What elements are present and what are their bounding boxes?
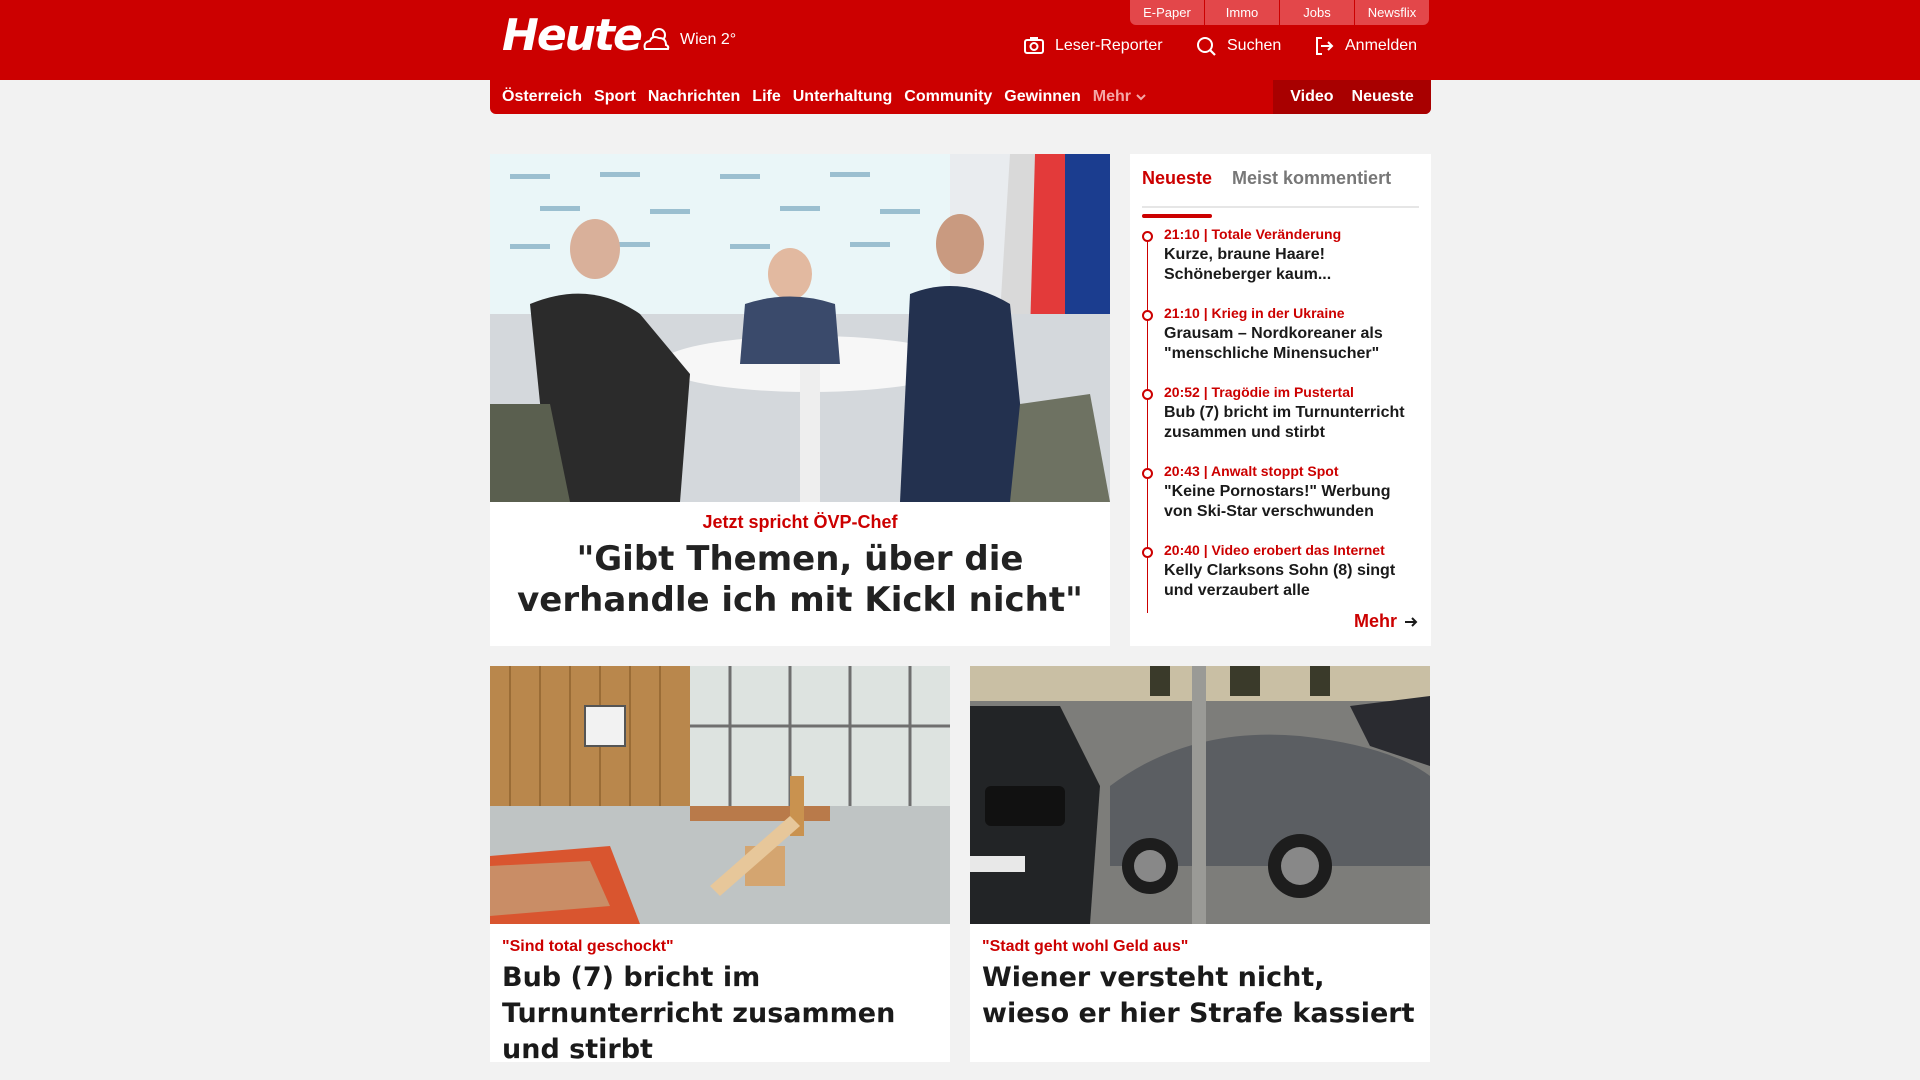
nav-video-link[interactable]: Video	[1290, 88, 1333, 106]
hero-kicker: Jetzt spricht ÖVP-Chef	[702, 512, 898, 532]
nav-item-gewinnen[interactable]: Gewinnen	[1004, 88, 1080, 106]
sidebar-more-label: Mehr	[1353, 611, 1397, 631]
list-item[interactable]: 21:10 | Totale Veränderung Kurze, braune…	[1142, 226, 1419, 305]
article-kicker: "Sind total geschockt"	[502, 938, 674, 955]
ticker-title[interactable]: Kelly Clarksons Sohn (8) singt und verza…	[1164, 561, 1419, 601]
article-card[interactable]: "Stadt geht wohl Geld aus" Wiener verste…	[970, 666, 1430, 1062]
leser-reporter-label: Leser-Reporter	[1055, 37, 1163, 54]
ticker-meta: 21:10 | Totale Veränderung	[1164, 226, 1342, 242]
article-kicker: "Stadt geht wohl Geld aus"	[982, 938, 1189, 955]
ticker-meta: 21:10 | Krieg in der Ukraine	[1164, 305, 1345, 321]
tab-immo[interactable]: Immo	[1205, 0, 1279, 25]
nav-item-nachrichten[interactable]: Nachrichten	[648, 88, 740, 106]
tab-neueste[interactable]: Neueste	[1142, 164, 1213, 218]
login-icon	[1316, 37, 1334, 55]
login-button[interactable]: Anmelden	[1313, 34, 1417, 58]
chevron-down-icon	[1136, 94, 1146, 101]
list-item[interactable]: 20:40 | Video erobert das Internet Kelly…	[1142, 542, 1419, 621]
leser-reporter-button[interactable]: Leser-Reporter	[1023, 34, 1163, 58]
main-navigation: Österreich Sport Nachrichten Life Unterh…	[490, 80, 1431, 114]
article-card[interactable]: "Sind total geschockt" Bub (7) bricht im…	[490, 666, 950, 1065]
article-image[interactable]	[970, 666, 1430, 924]
sidebar-tabs: Neueste Meist kommentiert	[1142, 164, 1419, 218]
timeline-dot-icon	[1142, 310, 1153, 321]
timeline-dot-icon	[1142, 547, 1153, 558]
article-headline[interactable]: Wiener versteht nicht, wieso er hier Str…	[970, 956, 1430, 1032]
timeline-dot-icon	[1142, 231, 1153, 242]
sidebar-more-link[interactable]: Mehr	[1354, 611, 1419, 632]
search-icon	[1197, 37, 1216, 56]
nav-more-label: Mehr	[1092, 88, 1131, 105]
nav-right-group: Video Neueste	[1273, 80, 1431, 114]
nav-item-community[interactable]: Community	[904, 88, 992, 106]
article-headline[interactable]: Bub (7) bricht im Turnunterricht zusamme…	[490, 956, 950, 1068]
article-image[interactable]	[490, 666, 950, 924]
news-ticker: 21:10 | Totale Veränderung Kurze, braune…	[1142, 226, 1419, 621]
timeline-dot-icon	[1142, 389, 1153, 400]
ticker-meta: 20:52 | Tragödie im Pustertal	[1164, 384, 1354, 400]
hero-article[interactable]: Jetzt spricht ÖVP-Chef "Gibt Themen, übe…	[490, 154, 1110, 646]
hero-image[interactable]	[490, 154, 1110, 502]
login-label: Anmelden	[1345, 37, 1418, 54]
ticker-title[interactable]: Grausam – Nordkoreaner als "menschliche …	[1164, 324, 1419, 364]
nav-item-sport[interactable]: Sport	[594, 88, 636, 106]
nav-item-unterhaltung[interactable]: Unterhaltung	[793, 88, 893, 106]
news-sidebar: Neueste Meist kommentiert 21:10 | Totale…	[1130, 154, 1431, 646]
search-label: Suchen	[1227, 37, 1282, 54]
list-item[interactable]: 21:10 | Krieg in der Ukraine Grausam – N…	[1142, 305, 1419, 384]
tab-newsflix[interactable]: Newsflix	[1355, 0, 1429, 25]
list-item[interactable]: 20:43 | Anwalt stoppt Spot "Keine Pornos…	[1142, 463, 1419, 542]
nav-latest-link[interactable]: Neueste	[1352, 88, 1414, 106]
camera-icon	[1024, 37, 1044, 54]
cloud-sun-icon	[643, 28, 670, 50]
ticker-title[interactable]: "Keine Pornostars!" Werbung von Ski-Star…	[1164, 482, 1419, 522]
timeline-dot-icon	[1142, 468, 1153, 479]
weather-widget[interactable]: Wien 2°	[640, 25, 736, 55]
weather-text: Wien 2°	[680, 31, 737, 48]
ticker-meta: 20:43 | Anwalt stoppt Spot	[1164, 463, 1339, 479]
ticker-meta: 20:40 | Video erobert das Internet	[1164, 542, 1385, 558]
service-tabs: E-Paper Immo Jobs Newsflix	[1130, 0, 1429, 25]
arrow-right-icon	[1405, 616, 1418, 627]
nav-more-dropdown[interactable]: Mehr	[1093, 88, 1147, 106]
search-button[interactable]: Suchen	[1195, 34, 1281, 58]
tab-jobs[interactable]: Jobs	[1280, 0, 1354, 25]
heute-logo[interactable]: Heute	[502, 10, 643, 61]
tab-epaper[interactable]: E-Paper	[1130, 0, 1204, 25]
top-header	[0, 0, 1920, 80]
nav-item-oesterreich[interactable]: Österreich	[502, 88, 582, 106]
list-item[interactable]: 20:52 | Tragödie im Pustertal Bub (7) br…	[1142, 384, 1419, 463]
hero-headline[interactable]: "Gibt Themen, über die verhandle ich mit…	[490, 539, 1110, 621]
tab-meist-kommentiert[interactable]: Meist kommentiert	[1232, 164, 1391, 206]
ticker-title[interactable]: Bub (7) bricht im Turnunterricht zusamme…	[1164, 403, 1419, 443]
nav-item-life[interactable]: Life	[752, 88, 780, 106]
ticker-title[interactable]: Kurze, braune Haare! Schöneberger kaum..…	[1164, 245, 1419, 285]
